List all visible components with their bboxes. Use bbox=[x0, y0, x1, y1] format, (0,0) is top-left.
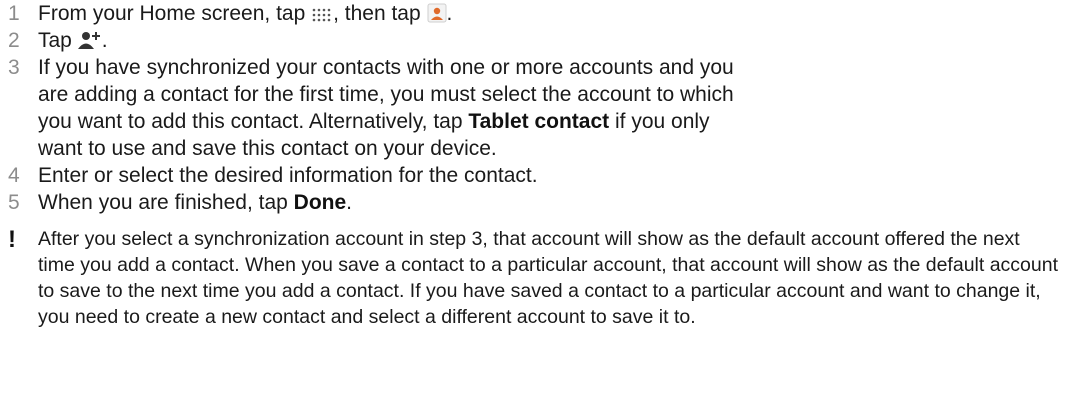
step-number: 1 bbox=[8, 2, 20, 25]
step-text: . bbox=[101, 29, 108, 52]
add-contact-icon bbox=[77, 30, 102, 57]
exclamation-icon: ! bbox=[8, 226, 16, 253]
step-3: 3 If you have synchronized your contacts… bbox=[0, 54, 738, 162]
step-1: 1 From your Home screen, tap , then tap … bbox=[0, 0, 938, 30]
step-text: Tap bbox=[38, 29, 78, 52]
apps-grid-icon bbox=[311, 3, 333, 30]
step-text: Enter or select the desired information … bbox=[38, 164, 538, 187]
done-label: Done bbox=[293, 191, 347, 214]
note-text: After you select a synchronization accou… bbox=[38, 228, 1058, 328]
step-5: 5 When you are finished, tap Done. bbox=[0, 189, 938, 216]
step-number: 2 bbox=[8, 29, 20, 52]
step-text: . bbox=[446, 2, 453, 25]
step-text: , then tap bbox=[333, 2, 427, 25]
step-text: . bbox=[346, 191, 352, 214]
step-number: 4 bbox=[8, 164, 20, 187]
tablet-contact-label: Tablet contact bbox=[468, 110, 610, 133]
step-text: From your Home screen, tap bbox=[38, 2, 312, 25]
step-4: 4 Enter or select the desired informatio… bbox=[0, 162, 938, 189]
step-number: 5 bbox=[8, 191, 20, 214]
step-number: 3 bbox=[8, 56, 20, 79]
step-text: When you are finished, tap bbox=[38, 191, 294, 214]
contacts-app-icon bbox=[427, 3, 447, 30]
step-2: 2 Tap . bbox=[0, 27, 938, 57]
